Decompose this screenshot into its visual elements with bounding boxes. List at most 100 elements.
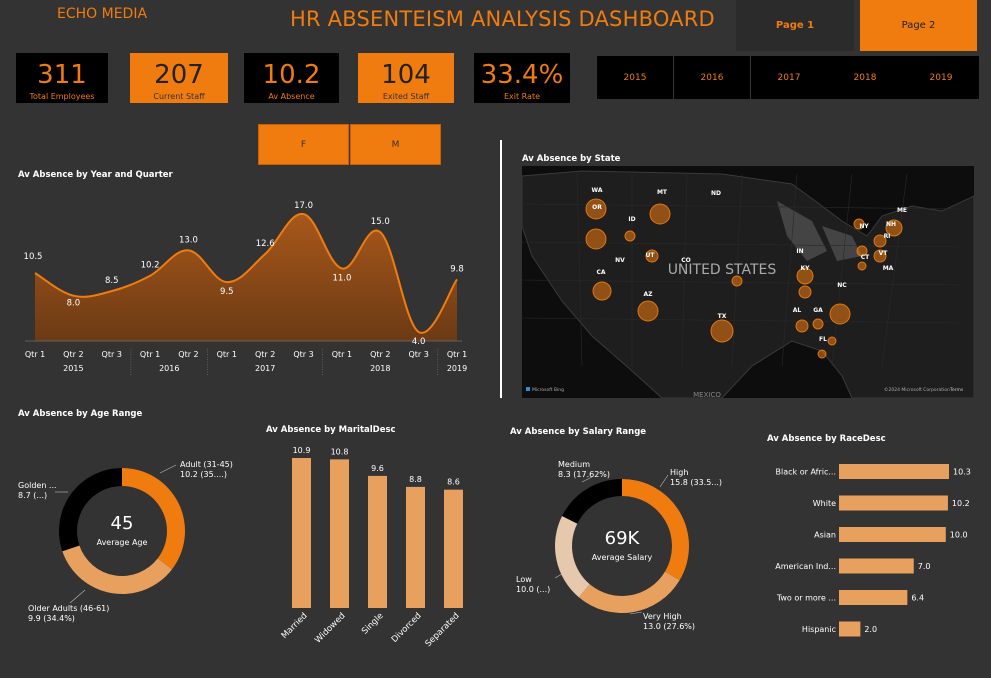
area-data-label: 10.2 [141,261,160,271]
race-bar-chart: Black or Afric... 10.3 White 10.2 Asian 10.0 A… [775,464,971,637]
donut-slice-value: 13.0 (27.6%) [643,622,695,631]
state-label: NV [615,257,625,264]
state-label: ME [897,207,907,214]
donut-slice [62,545,172,594]
age-range-donut: 45 Average Age Adult (31-45)10.2 (35....) O… [18,460,233,623]
marital-bar-chart: 10.9 Married 10.8 Widowed 9.6 Single 8.8 Divorc… [280,446,463,649]
race-category-label: American Ind... [775,562,836,571]
divider [500,140,502,398]
gender-filter-m[interactable]: M [350,124,441,165]
state-bubble [585,228,607,250]
donut-slice-value: 10.2 (35....) [180,470,227,479]
kpi-exit-rate: 33.4% Exit Rate [474,53,570,103]
state-bubble [798,285,812,299]
brand-name: ECHO MEDIA [57,6,148,22]
donut-center-label: Average Age [97,538,148,547]
marital-category-label: Single [360,611,386,637]
year-filter-2016[interactable]: 2016 [674,56,750,99]
marital-bar-value: 8.8 [409,475,422,484]
state-label: UT [646,252,656,259]
marital-bar [368,475,387,608]
race-bar [839,464,949,479]
year-filter-2019[interactable]: 2019 [903,56,979,99]
state-label: NY [859,223,869,230]
race-category-label: White [813,499,836,508]
year-group-label: 2015 [63,364,83,373]
race-bar-value: 7.0 [918,562,931,571]
state-label: RI [884,233,891,240]
page-1-button[interactable]: Page 1 [736,0,854,51]
year-filter-2015[interactable]: 2015 [597,56,673,99]
kpi-av-absence: 10.2 Av Absence [244,53,339,103]
state-label: FL [819,336,827,343]
area-data-label: 10.5 [24,252,43,262]
area-data-label: 4.0 [412,337,426,347]
kpi-total-employees: 311 Total Employees [16,53,108,103]
race-bar-value: 10.3 [953,468,971,477]
state-label: OR [592,204,602,211]
x-tick-label: Qtr 2 [178,350,198,359]
kpi-label: Exited Staff [382,92,430,101]
kpi-label: Total Employees [29,92,95,101]
donut-leader-line [659,474,669,488]
state-label: ND [711,190,721,197]
x-tick-label: Qtr 3 [102,350,122,359]
state-bubble [829,303,851,325]
state-label: NC [837,282,847,289]
state-label: TX [718,313,727,320]
x-tick-label: Qtr 3 [408,350,428,359]
year-filter-2018[interactable]: 2018 [827,56,903,99]
x-tick-label: Qtr 1 [25,350,45,359]
donut-slice [562,479,622,524]
donut-slice-name: Very High [643,612,682,621]
marital-bar-value: 10.8 [331,447,349,456]
state-label: WA [592,187,603,194]
donut-leader-line [159,464,177,474]
bing-attribution: Microsoft Bing [532,387,564,393]
donut-slice-name: High [670,468,688,477]
page-2-button[interactable]: Page 2 [860,0,977,51]
area-data-label: 11.0 [332,273,351,283]
salary-range-donut: 69K Average Salary High15.8 (33.5...) Very … [516,460,722,631]
marital-category-label: Divorced [390,611,424,645]
donut-slice-value: 8.7 (...) [18,491,47,500]
race-bar-value: 10.2 [952,499,970,508]
kpi-label: Av Absence [268,92,315,101]
area-data-label: 9.5 [220,287,234,297]
year-filter-2017[interactable]: 2017 [751,56,827,99]
state-label: NH [886,221,896,228]
map-terms-link: Terms [949,387,964,393]
state-label: MA [883,265,894,272]
state-bubble [731,275,743,287]
state-label: CT [861,254,870,261]
marital-bar [444,489,463,608]
year-group-label: 2016 [159,364,179,373]
area-data-label: 12.6 [256,239,275,249]
race-bar [839,527,946,542]
marital-bar [330,459,349,608]
race-category-label: Asian [814,531,836,540]
donut-center-label: Average Salary [592,553,653,562]
x-tick-label: Qtr 1 [217,350,237,359]
us-state-map[interactable]: UNITED STATES MEXICO WA MT ND OR ID MENH NY RI CT V… [522,166,974,398]
race-chart-title: Av Absence by RaceDesc [767,434,886,444]
kpi-exited-staff: 104 Exited Staff [358,53,454,103]
donut-slice-value: 15.8 (33.5...) [670,478,722,487]
donut-leader-line [69,589,86,604]
gender-filter-f[interactable]: F [258,124,349,165]
marital-chart-title: Av Absence by MaritalDesc [266,425,396,435]
state-label: MT [657,189,668,196]
country-label: UNITED STATES [668,262,777,278]
salary-chart-title: Av Absence by Salary Range [510,427,647,437]
kpi-label: Exit Rate [503,92,541,101]
state-label: ID [628,216,635,223]
state-bubble [637,300,659,322]
state-bubble [795,319,809,333]
donut-center-value: 69K [605,528,641,549]
state-label: CA [596,269,605,276]
donut-center-value: 45 [111,513,134,534]
bing-logo-icon [526,387,530,391]
kpi-value: 311 [37,60,87,90]
donut-slice-value: 10.0 (...) [516,585,550,594]
kpi-value: 104 [381,60,431,90]
